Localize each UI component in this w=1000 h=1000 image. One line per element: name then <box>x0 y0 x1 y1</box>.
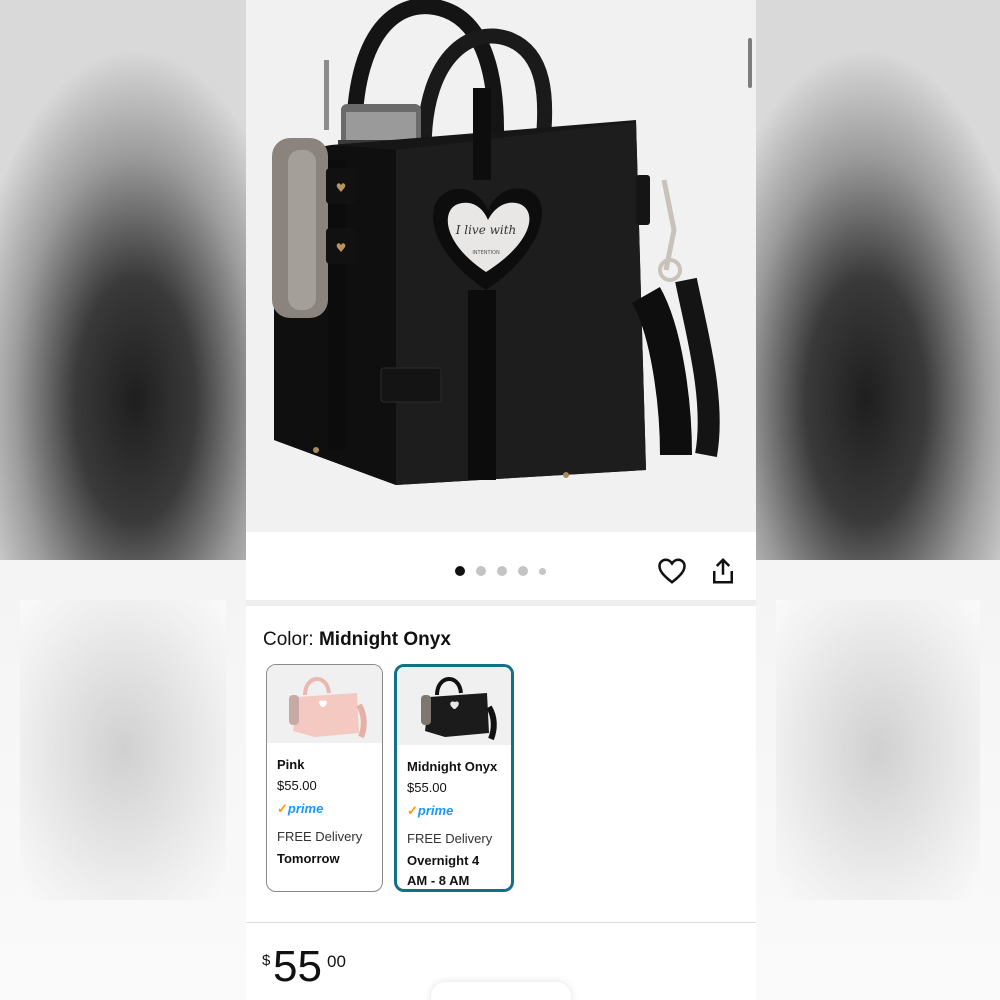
heart-tag-text: I live with <box>455 223 517 237</box>
section-divider-line <box>246 922 756 923</box>
pagination-dot[interactable] <box>497 566 507 576</box>
swatch-price: $55.00 <box>277 778 317 793</box>
handbag-illustration: ♥ ♥ I live with INTENTION <box>272 0 720 485</box>
svg-text:♥: ♥ <box>336 241 347 255</box>
svg-text:♥: ♥ <box>336 181 347 195</box>
pagination-dot[interactable] <box>518 566 528 576</box>
background-blur-left <box>0 0 246 1000</box>
heart-outline-icon[interactable] <box>657 556 687 586</box>
swatch-thumbnail <box>397 667 511 745</box>
swatch-delivery-time: Overnight 4 AM - 8 AM <box>407 853 480 888</box>
share-icon[interactable] <box>708 556 738 586</box>
pagination-dot[interactable] <box>476 566 486 576</box>
floating-action-pill[interactable] <box>431 982 571 1000</box>
swatch-price: $55.00 <box>407 780 447 795</box>
prime-badge: ✓prime <box>277 801 324 816</box>
product-page: ♥ ♥ I live with INTENTION Color: Midnigh… <box>246 0 756 1000</box>
color-label: Color: <box>263 629 314 650</box>
color-swatch-midnight-onyx[interactable]: Midnight Onyx $55.00 ✓prime FREE Deliver… <box>394 664 514 892</box>
scrollbar[interactable] <box>748 38 752 88</box>
swatch-thumbnail <box>267 665 382 743</box>
prime-check-icon: ✓ <box>277 801 288 816</box>
section-divider <box>246 600 756 606</box>
gallery-controls <box>246 532 756 600</box>
price-whole: 55 <box>273 942 322 991</box>
swatch-name: Midnight Onyx <box>407 759 498 774</box>
pagination-dot[interactable] <box>455 566 465 576</box>
prime-badge: ✓prime <box>407 803 454 818</box>
swatch-delivery: FREE Delivery <box>277 829 363 844</box>
image-pagination-dots[interactable] <box>455 566 546 576</box>
product-image[interactable]: ♥ ♥ I live with INTENTION <box>246 0 756 532</box>
heart-tag-subtext: INTENTION <box>472 250 500 256</box>
swatch-name: Pink <box>277 757 305 772</box>
color-value: Midnight Onyx <box>318 629 451 650</box>
price-currency: $ <box>262 952 271 969</box>
color-selector-label: Color: Midnight Onyx <box>263 629 451 651</box>
swatch-delivery: FREE Delivery <box>407 831 493 846</box>
color-swatch-pink[interactable]: Pink $55.00 ✓prime FREE Delivery Tomorro… <box>266 664 383 892</box>
pagination-dot[interactable] <box>539 567 546 575</box>
background-blur-right <box>756 0 1000 1000</box>
prime-check-icon: ✓ <box>407 803 418 818</box>
price-fraction: 00 <box>327 952 346 971</box>
swatch-delivery-time: Tomorrow <box>277 851 340 866</box>
